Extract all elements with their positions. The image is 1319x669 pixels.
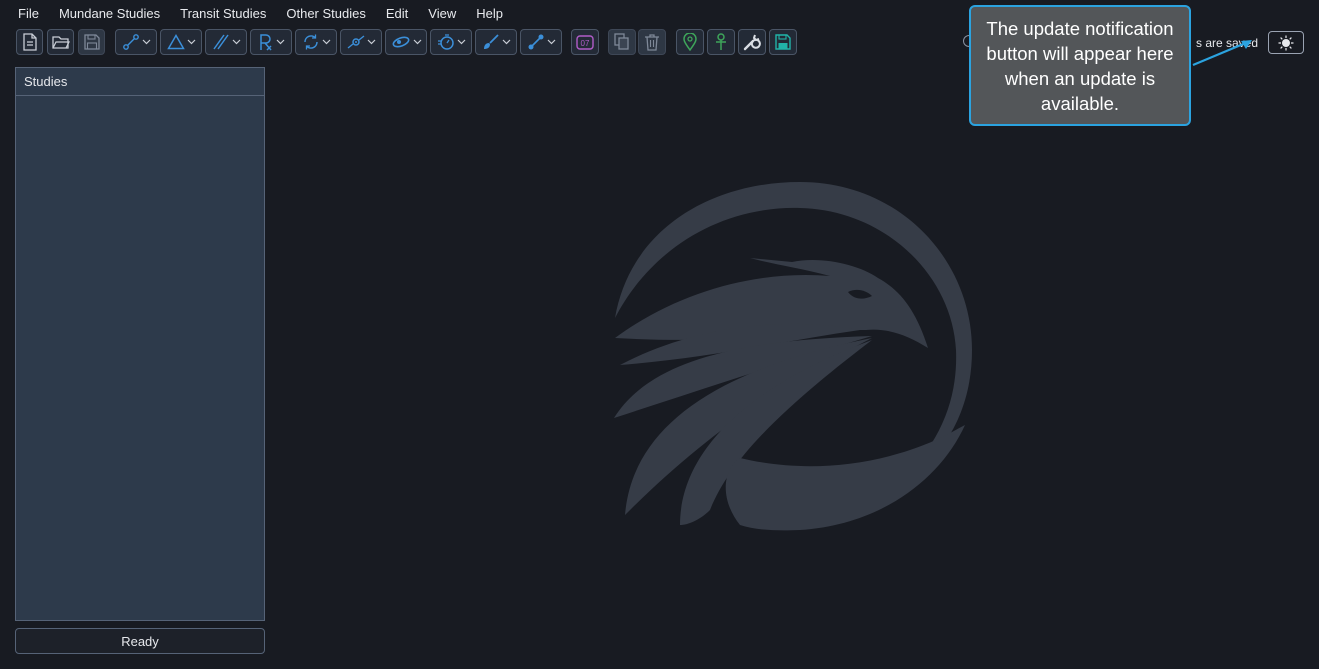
new-document-icon (22, 33, 37, 51)
menu-edit[interactable]: Edit (376, 4, 418, 24)
chevron-down-icon (457, 39, 465, 45)
cycle-refresh-icon (303, 34, 318, 50)
chevron-down-icon (142, 39, 150, 45)
update-notification-callout: The update notification button will appe… (969, 5, 1191, 126)
ellipse-orbit-icon (392, 36, 409, 48)
menu-file[interactable]: File (8, 4, 49, 24)
menu-help[interactable]: Help (466, 4, 513, 24)
menu-transit-studies[interactable]: Transit Studies (170, 4, 276, 24)
chevron-down-icon (187, 39, 195, 45)
chevron-down-icon (367, 39, 375, 45)
copy-button[interactable] (608, 29, 636, 55)
menu-bar: File Mundane Studies Transit Studies Oth… (8, 4, 513, 24)
theme-toggle-button[interactable] (1268, 31, 1304, 54)
parallel-dropdown[interactable] (205, 29, 247, 55)
sun-icon (1278, 35, 1294, 50)
ellipse-orbit-dropdown[interactable] (385, 29, 427, 55)
callout-text: The update notification button will appe… (986, 18, 1174, 114)
triangle-icon (166, 34, 185, 50)
aspect-link-icon (122, 34, 139, 50)
trash-icon (645, 34, 659, 51)
location-pin-icon (683, 33, 697, 51)
new-document-button[interactable] (16, 29, 43, 55)
menu-view[interactable]: View (418, 4, 466, 24)
timer-dropdown[interactable] (430, 29, 472, 55)
calendar-icon: 07 (576, 35, 594, 50)
timer-icon (437, 34, 454, 50)
save-all-button[interactable] (769, 29, 797, 55)
menu-other-studies[interactable]: Other Studies (276, 4, 376, 24)
retrograde-rx-icon (259, 34, 272, 51)
location-button[interactable] (676, 29, 704, 55)
open-folder-icon (51, 36, 70, 49)
aspect-link-dropdown[interactable] (115, 29, 157, 55)
node-line-icon (528, 34, 543, 50)
wrench-icon (743, 34, 761, 51)
chevron-down-icon (413, 39, 421, 45)
parallel-lines-icon (212, 34, 229, 50)
target-orbit-icon (347, 35, 364, 49)
svg-text:07: 07 (581, 39, 590, 48)
copy-icon (614, 33, 629, 50)
menu-mundane-studies[interactable]: Mundane Studies (49, 4, 170, 24)
settings-wrench-button[interactable] (738, 29, 766, 55)
chevron-down-icon (276, 39, 284, 45)
node-line-dropdown[interactable] (520, 29, 562, 55)
triangle-dropdown[interactable] (160, 29, 202, 55)
save-all-icon (775, 34, 791, 50)
cycle-dropdown[interactable] (295, 29, 337, 55)
paintbrush-dropdown[interactable] (475, 29, 517, 55)
ankh-button[interactable] (707, 29, 735, 55)
retrograde-dropdown[interactable] (250, 29, 292, 55)
callout-arrow-icon (1192, 40, 1252, 67)
delete-button[interactable] (638, 29, 666, 55)
status-ready-bar: Ready (15, 628, 265, 654)
ankh-icon (716, 33, 726, 50)
studies-panel: Studies (15, 67, 265, 621)
chevron-down-icon (502, 39, 510, 45)
eagle-logo (614, 182, 972, 531)
status-ready-label: Ready (121, 633, 159, 649)
studies-panel-title: Studies (16, 68, 264, 96)
save-button[interactable] (78, 29, 105, 55)
target-orbit-dropdown[interactable] (340, 29, 382, 55)
chevron-down-icon (547, 39, 555, 45)
save-disk-icon (83, 34, 100, 50)
calendar-button[interactable]: 07 (571, 29, 599, 55)
open-folder-button[interactable] (47, 29, 74, 55)
chevron-down-icon (322, 39, 330, 45)
chevron-down-icon (232, 39, 240, 45)
paintbrush-icon (483, 34, 499, 49)
